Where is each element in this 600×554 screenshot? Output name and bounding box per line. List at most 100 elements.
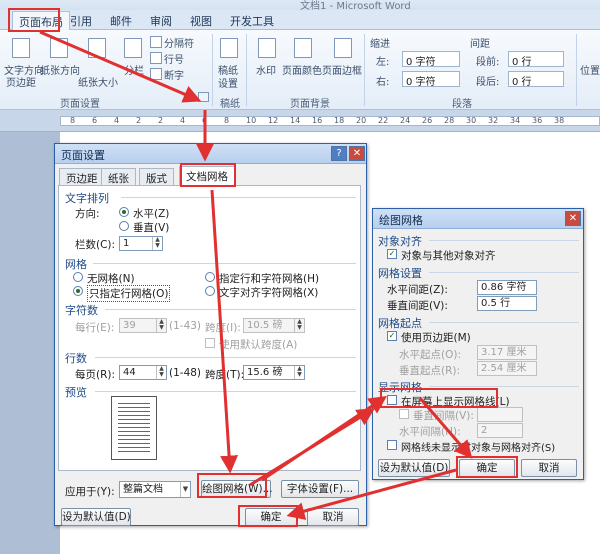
- line-char-grid-label[interactable]: 指定行和字符网格(H): [219, 271, 319, 286]
- tab-paper[interactable]: 纸张: [101, 168, 136, 185]
- line-numbers-button[interactable]: 行号: [164, 51, 184, 66]
- char-align-label[interactable]: 文字对齐字符网格(X): [219, 285, 318, 300]
- tab-review[interactable]: 审阅: [150, 13, 172, 29]
- drawing-grid-dialog: 绘图网格 ✕ 对象对齐 ✓ 对象与其他对象对齐 网格设置 水平间距(Z): 0.…: [372, 208, 584, 480]
- indent-right-input[interactable]: 0 字符: [402, 71, 460, 88]
- v-interval-label: 垂直间隔(V):: [413, 410, 474, 422]
- not-shown-label[interactable]: 网格线未显示时对象与网格对齐(S): [401, 439, 555, 454]
- text-direction-icon[interactable]: [12, 38, 30, 58]
- breaks-icon[interactable]: [150, 36, 162, 48]
- watermark-icon[interactable]: [258, 38, 276, 58]
- divider: [95, 357, 356, 358]
- hyphenation-button[interactable]: 断字: [164, 67, 184, 82]
- ruler-number: 2: [158, 116, 164, 125]
- use-margins-label[interactable]: 使用页边距(M): [401, 330, 471, 345]
- chevron-down-icon[interactable]: ▼: [180, 482, 190, 497]
- vertical-label[interactable]: 垂直(V): [133, 220, 169, 235]
- page-color-icon[interactable]: [294, 38, 312, 58]
- size-button[interactable]: 纸张大小: [78, 74, 118, 89]
- lines-only-radio[interactable]: [73, 286, 83, 296]
- ruler-number: 36: [532, 116, 543, 125]
- page-border-icon[interactable]: [334, 38, 352, 58]
- horizontal-ruler[interactable]: 8 6 4 2 2 4 6 8 10 12 14 16 18 20 22 24 26 28 30 32 34 36 38: [0, 110, 600, 132]
- horizontal-label[interactable]: 水平(Z): [133, 206, 169, 221]
- default-pitch-label[interactable]: 使用默认跨度(A): [219, 337, 297, 352]
- lines-pitch-input[interactable]: 15.6 磅 ▲ ▼: [243, 365, 305, 380]
- cancel-button[interactable]: 取消: [521, 459, 577, 477]
- spinner-icon[interactable]: ▲ ▼: [156, 366, 166, 379]
- not-shown-checkbox[interactable]: [387, 440, 397, 450]
- apply-to-select[interactable]: 整篇文档 ▼: [119, 481, 191, 498]
- line-numbers-icon[interactable]: [150, 52, 162, 64]
- spacing-after-input[interactable]: 0 行: [508, 71, 564, 88]
- draft-paper-icon[interactable]: [220, 38, 238, 58]
- close-icon[interactable]: ✕: [349, 146, 365, 161]
- line-char-grid-radio[interactable]: [205, 272, 215, 282]
- group-label-paragraph: 段落: [452, 99, 472, 110]
- title-bar: 文档1 - Microsoft Word: [0, 0, 600, 12]
- size-icon[interactable]: [124, 38, 142, 58]
- position-button[interactable]: 位置: [580, 62, 600, 77]
- page-color-button[interactable]: 页面颜色: [282, 62, 322, 77]
- use-margins-checkbox[interactable]: ✓: [387, 331, 397, 341]
- v-spacing-value: 0.5 行: [481, 298, 511, 309]
- h-origin-input[interactable]: 3.17 厘米: [477, 345, 537, 360]
- orientation-icon[interactable]: [88, 38, 106, 58]
- tab-references[interactable]: 引用: [70, 13, 92, 29]
- vertical-radio[interactable]: [119, 221, 129, 231]
- v-interval-input[interactable]: [477, 407, 523, 422]
- default-pitch-checkbox[interactable]: [205, 338, 215, 348]
- v-origin-input[interactable]: 2.54 厘米: [477, 361, 537, 376]
- chars-pitch-input[interactable]: 10.5 磅 ▲ ▼: [243, 318, 305, 333]
- tab-layout[interactable]: 版式: [139, 168, 174, 185]
- page-border-button[interactable]: 页面边框: [322, 62, 362, 77]
- lines-only-label[interactable]: 只指定行网格(O): [87, 285, 171, 302]
- v-spacing-input[interactable]: 0.5 行: [477, 296, 537, 311]
- help-icon[interactable]: ?: [331, 146, 347, 161]
- close-icon[interactable]: ✕: [565, 211, 581, 226]
- tab-developer[interactable]: 开发工具: [230, 13, 274, 29]
- tab-mailings[interactable]: 邮件: [110, 13, 132, 29]
- no-grid-radio[interactable]: [73, 272, 83, 282]
- spacing-before-input[interactable]: 0 行: [508, 51, 564, 68]
- set-default-button[interactable]: 设为默认值(D): [61, 508, 131, 526]
- watermark-button[interactable]: 水印: [256, 62, 276, 77]
- preview-title: 预览: [65, 386, 87, 399]
- lines-per-page-input[interactable]: 44 ▲ ▼: [119, 365, 167, 380]
- indent-left-input[interactable]: 0 字符: [402, 51, 460, 68]
- tab-margins[interactable]: 页边距: [59, 168, 105, 185]
- ruler-number: 26: [422, 116, 433, 125]
- indent-right-label: 右:: [376, 77, 390, 88]
- lines-pitch-value: 15.6 磅: [247, 367, 283, 378]
- page-setup-launcher-icon[interactable]: [198, 92, 209, 102]
- h-spacing-input[interactable]: 0.86 字符: [477, 280, 537, 295]
- group-label-page-setup: 页面设置: [60, 99, 100, 110]
- margins-icon[interactable]: [50, 38, 68, 58]
- columns-button[interactable]: 分栏: [124, 62, 144, 77]
- snap-objects-label[interactable]: 对象与其他对象对齐: [401, 248, 496, 263]
- horizontal-radio[interactable]: [119, 207, 129, 217]
- no-grid-label[interactable]: 无网格(N): [87, 271, 135, 286]
- v-interval-checkbox[interactable]: [399, 409, 409, 419]
- char-align-radio[interactable]: [205, 286, 215, 296]
- margins-button[interactable]: 页边距: [6, 74, 36, 89]
- spinner-icon[interactable]: ▲ ▼: [156, 319, 166, 332]
- orientation-button[interactable]: 纸张方向: [40, 62, 80, 77]
- set-default-button[interactable]: 设为默认值(D): [378, 459, 450, 477]
- columns-input[interactable]: 1 ▲ ▼: [119, 236, 163, 251]
- snap-objects-checkbox[interactable]: ✓: [387, 249, 397, 259]
- draft-paper-button-line2[interactable]: 设置: [218, 75, 238, 90]
- document-grid-panel: 文字排列 方向: 水平(Z) 垂直(V) 栏数(C): 1 ▲ ▼ 网格 无网格(N…: [58, 185, 361, 471]
- breaks-button[interactable]: 分隔符: [164, 35, 194, 50]
- hyphenation-icon[interactable]: [150, 68, 162, 80]
- spinner-icon[interactable]: ▲ ▼: [294, 366, 304, 379]
- h-interval-input[interactable]: 2: [477, 423, 523, 438]
- cancel-button[interactable]: 取消: [307, 508, 359, 526]
- indent-left-label: 左:: [376, 57, 390, 68]
- lines-title: 行数: [65, 352, 87, 365]
- spinner-icon[interactable]: ▲ ▼: [294, 319, 304, 332]
- font-settings-button[interactable]: 字体设置(F)...: [281, 480, 359, 498]
- chars-per-line-input[interactable]: 39 ▲ ▼: [119, 318, 167, 333]
- spinner-icon[interactable]: ▲ ▼: [152, 237, 162, 250]
- tab-view[interactable]: 视图: [190, 13, 212, 29]
